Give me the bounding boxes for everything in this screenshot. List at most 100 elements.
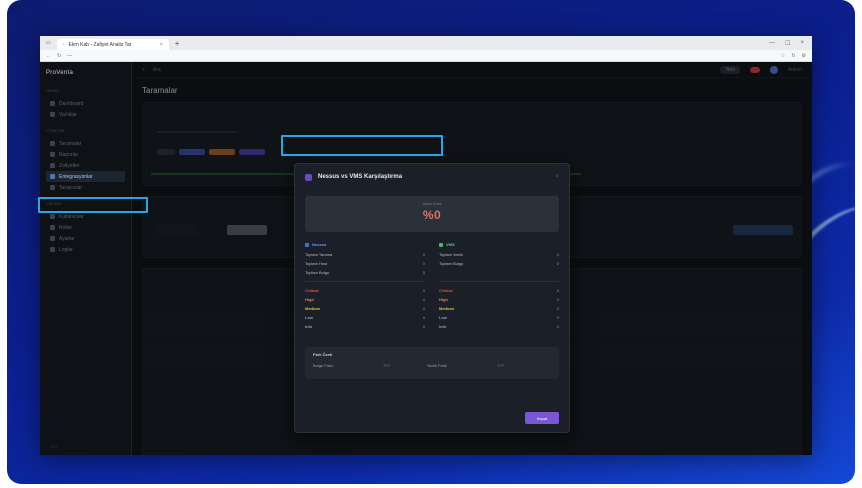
severity-row: High 0 [439, 295, 559, 304]
severity-label: Info [439, 324, 447, 329]
comparison-modal: Nessus vs VMS Karşılaştırma × Uyum Oranı… [294, 163, 570, 433]
main-content: ≡ Ara Yeni Admin Taramalar Nessus vs VMS… [132, 62, 812, 455]
severity-row: Medium 0 [305, 304, 425, 313]
stat-value: 0 [422, 261, 425, 266]
new-tab-button[interactable]: + [175, 39, 180, 48]
close-window-button[interactable]: × [800, 40, 804, 47]
sidebar: ProVenta GENEL Dashboard Varlıklar YÖNET… [40, 62, 132, 455]
sidebar-item-label: Entegrasyonlar [59, 173, 93, 180]
close-button[interactable]: Kapat [525, 412, 559, 424]
sidebar-item-label: Varlıklar [59, 111, 77, 118]
severity-value: 0 [556, 324, 559, 329]
stat-row: Toplam Bulgu 0 [439, 259, 559, 268]
sidebar-item-vulns[interactable]: Zafiyetler [46, 160, 125, 171]
highlight-frame [281, 135, 443, 156]
difference-summary: Fark Özeti Bulgu Farkı ??? Varlık Farkı … [305, 347, 559, 379]
notification-badge[interactable] [749, 66, 760, 73]
select-field[interactable] [157, 225, 197, 235]
window-menu-icon[interactable]: ▭ [46, 40, 51, 46]
column-header: VMS [439, 242, 559, 247]
report-icon [50, 152, 55, 157]
reload-icon[interactable]: ↻ [791, 53, 795, 59]
summary-label: Varlık Farkı [427, 363, 448, 368]
stat-label: Toplam Host [305, 261, 328, 266]
summary-row: Bulgu Farkı ??? Varlık Farkı ??? [313, 363, 551, 368]
vms-icon [439, 242, 443, 247]
gear-icon [50, 236, 55, 241]
modal-title: Nessus vs VMS Karşılaştırma [318, 174, 403, 180]
menu-icon[interactable]: ≡ [142, 67, 145, 73]
sidebar-item-label: Tarayıcılar [59, 184, 83, 191]
action-button[interactable] [733, 225, 793, 235]
url-field[interactable]: — [67, 53, 72, 59]
severity-value: 0 [422, 297, 425, 302]
avatar[interactable] [769, 65, 778, 74]
sidebar-item-logs[interactable]: Loglar [46, 244, 125, 255]
severity-row: Low 0 [305, 313, 425, 322]
bookmark-icon[interactable]: ☆ [781, 53, 785, 59]
filter-chip[interactable] [239, 149, 265, 155]
score-value: %0 [422, 208, 442, 222]
minimize-button[interactable]: — [769, 40, 775, 47]
severity-label: High [439, 297, 448, 302]
severity-value: 0 [556, 288, 559, 293]
sidebar-item-scanners[interactable]: Tarayıcılar [46, 182, 125, 193]
filter-chip[interactable] [209, 149, 235, 155]
severity-row: Medium 0 [439, 304, 559, 313]
stat-label: Toplam Bulgu [439, 261, 464, 266]
sidebar-group-label: YÖNETİM [46, 128, 65, 133]
back-icon[interactable]: ← [46, 53, 51, 59]
severity-row: Critical 0 [305, 286, 425, 295]
column-title: Nessus [312, 242, 327, 247]
filter-chip[interactable] [179, 149, 205, 155]
maximize-button[interactable]: ☐ [785, 40, 790, 47]
severity-value: 0 [422, 306, 425, 311]
summary-label: Bulgu Farkı [313, 363, 334, 368]
browser-tab[interactable]: ◦ Ekrn Kab - Zafiyet Analiz Tar × [56, 39, 169, 50]
sidebar-item-reports[interactable]: Raporlar [46, 149, 125, 160]
new-button[interactable]: Yeni [720, 65, 740, 74]
filter-button[interactable] [227, 225, 267, 235]
filter-chip[interactable] [157, 149, 175, 155]
sidebar-group-label: GENEL [46, 88, 60, 93]
sidebar-item-label: Roller [59, 224, 73, 231]
sidebar-item-scans[interactable]: Taramalar [46, 138, 125, 149]
sidebar-item-settings[interactable]: Ayarlar [46, 233, 125, 244]
assets-icon [50, 112, 55, 117]
sidebar-item-label: Zafiyetler [59, 162, 80, 169]
vms-column: VMS Toplam Varlık0 Toplam Bulgu0 - Criti… [439, 242, 559, 331]
severity-row: Critical 0 [439, 286, 559, 295]
sidebar-item-roles[interactable]: Roller [46, 222, 125, 233]
modal-header: Nessus vs VMS Karşılaştırma × [295, 164, 569, 190]
settings-icon[interactable]: ⚙ [802, 53, 806, 59]
user-name[interactable]: Admin [788, 67, 802, 73]
tab-title: Ekrn Kab - Zafiyet Analiz Tar [68, 41, 132, 48]
stat-label: Toplam Varlık [439, 252, 463, 257]
severity-label: Medium [305, 306, 321, 311]
sidebar-item-assets[interactable]: Varlıklar [46, 109, 125, 120]
user-icon [50, 214, 55, 219]
log-icon [50, 247, 55, 252]
nessus-column: Nessus Toplam Tarama 0 Toplam Host 0 Topla… [305, 242, 425, 331]
sidebar-item-dashboard[interactable]: Dashboard [46, 98, 125, 109]
refresh-icon[interactable]: ↻ [57, 53, 61, 59]
severity-label: Critical [439, 288, 453, 293]
sidebar-item-label: Taramalar [59, 140, 82, 147]
bug-icon [50, 163, 55, 168]
severity-label: Low [439, 315, 447, 320]
severity-value: 0 [556, 315, 559, 320]
search-field[interactable]: Ara [153, 67, 161, 73]
close-icon[interactable]: × [555, 174, 559, 180]
summary-value: ??? [497, 363, 504, 368]
summary-value: ??? [383, 363, 390, 368]
column-header: Nessus [305, 242, 425, 247]
filter-chips [157, 149, 265, 155]
severity-value: 0 [556, 297, 559, 302]
plug-icon [50, 174, 55, 179]
tab-close-icon[interactable]: × [160, 42, 163, 48]
sidebar-item-integrations[interactable]: Entegrasyonlar [46, 171, 125, 182]
stat-row: Toplam Tarama 0 [305, 250, 425, 259]
sidebar-item-label: Ayarlar [59, 235, 75, 242]
stat-value: 0 [422, 270, 425, 275]
column-title: VMS [446, 242, 455, 247]
